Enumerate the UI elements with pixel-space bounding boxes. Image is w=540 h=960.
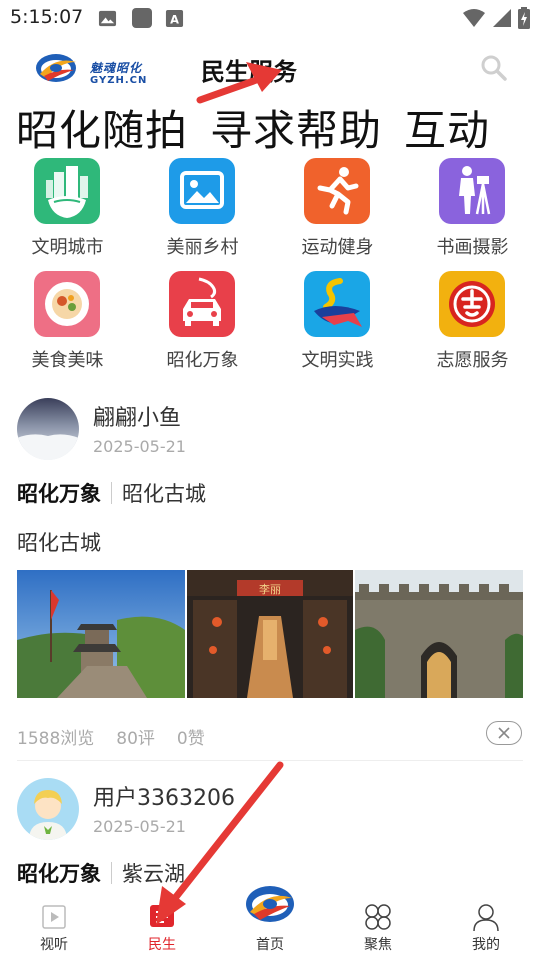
tag-divider bbox=[111, 482, 112, 504]
image-icon bbox=[98, 10, 117, 27]
post-date: 2025-05-21 bbox=[93, 817, 186, 836]
city-wall-tower-photo[interactable] bbox=[17, 570, 185, 698]
views-count: 1588浏览 bbox=[17, 729, 95, 749]
avatar[interactable] bbox=[17, 778, 79, 840]
signal-icon bbox=[493, 9, 511, 27]
service-label: 运动健身 bbox=[301, 237, 374, 258]
home-logo-icon bbox=[246, 886, 294, 922]
post-category[interactable]: 昭化万象 bbox=[17, 858, 101, 888]
service-sports-fitness[interactable]: 运动健身 bbox=[270, 158, 405, 270]
landscape-picture-icon bbox=[169, 158, 235, 224]
service-delicious-food[interactable]: 美食美味 bbox=[0, 271, 135, 383]
post-divider bbox=[17, 760, 523, 761]
nav-label: 聚焦 bbox=[364, 937, 392, 953]
service-label: 昭化万象 bbox=[166, 350, 239, 371]
runner-icon bbox=[304, 158, 370, 224]
post-text[interactable]: 昭化古城 bbox=[17, 527, 101, 557]
status-time: 5:15:07 bbox=[10, 6, 84, 28]
volunteer-badge-icon bbox=[439, 271, 505, 337]
nav-label: 首页 bbox=[256, 937, 284, 953]
service-label: 美丽乡村 bbox=[166, 237, 239, 258]
nav-label: 民生 bbox=[148, 937, 176, 953]
post-subcategory[interactable]: 昭化古城 bbox=[122, 478, 206, 508]
nav-item-livelihood[interactable]: 民生 bbox=[108, 894, 216, 960]
ancient-street-gate-photo[interactable]: 李丽 bbox=[187, 570, 353, 698]
service-label: 美食美味 bbox=[31, 350, 104, 371]
nav-label: 我的 bbox=[472, 937, 500, 953]
user-profile-icon bbox=[473, 904, 499, 932]
text-a-icon: A bbox=[165, 9, 184, 28]
service-civilization-practice[interactable]: 文明实践 bbox=[270, 271, 405, 383]
nav-item-mine[interactable]: 我的 bbox=[432, 894, 540, 960]
service-label: 书画摄影 bbox=[436, 237, 509, 258]
post-category[interactable]: 昭化万象 bbox=[17, 478, 101, 508]
post-subcategory[interactable]: 紫云湖 bbox=[122, 858, 185, 888]
city-building-icon bbox=[34, 158, 100, 224]
service-beautiful-village[interactable]: 美丽乡村 bbox=[135, 158, 270, 270]
category-tabs: 昭化随拍 寻求帮助 互动 bbox=[16, 104, 540, 158]
nav-item-audiovisual[interactable]: 视听 bbox=[0, 894, 108, 960]
service-volunteer[interactable]: 志愿服务 bbox=[405, 271, 540, 383]
svg-text:李丽: 李丽 bbox=[259, 582, 281, 596]
post-stats: 1588浏览 80评 0赞 bbox=[17, 724, 205, 749]
tag-divider bbox=[111, 862, 112, 884]
search-icon[interactable] bbox=[480, 54, 508, 82]
battery-charging-icon bbox=[518, 7, 530, 29]
ribbon-logo-icon bbox=[304, 271, 370, 337]
post-tagline: 昭化万象 昭化古城 bbox=[17, 478, 206, 508]
livelihood-icon bbox=[150, 905, 174, 927]
tab-seek-help[interactable]: 寻求帮助 bbox=[210, 104, 382, 158]
photographer-icon bbox=[439, 158, 505, 224]
status-bar: 5:15:07 A bbox=[0, 0, 540, 36]
tab-interaction[interactable]: 互动 bbox=[404, 104, 490, 158]
wifi-icon bbox=[463, 9, 485, 27]
focus-grid-icon bbox=[365, 904, 391, 930]
service-painting-photography[interactable]: 书画摄影 bbox=[405, 158, 540, 270]
post-tagline: 昭化万象 紫云湖 bbox=[17, 858, 185, 888]
nav-item-home[interactable]: 首页 bbox=[216, 886, 324, 960]
car-map-icon bbox=[169, 271, 235, 337]
comments-count[interactable]: 80评 bbox=[116, 724, 155, 749]
post-username[interactable]: 翩翩小鱼 bbox=[93, 400, 181, 432]
nav-item-focus[interactable]: 聚焦 bbox=[324, 894, 432, 960]
service-label: 文明城市 bbox=[31, 237, 104, 258]
dismiss-post-button[interactable] bbox=[486, 721, 522, 745]
service-label: 文明实践 bbox=[301, 350, 374, 371]
tab-zhaohua-snapshot[interactable]: 昭化随拍 bbox=[16, 104, 188, 158]
close-icon bbox=[498, 727, 510, 739]
post-date: 2025-05-21 bbox=[93, 437, 186, 456]
stone-gate-photo[interactable] bbox=[355, 570, 523, 698]
app-header: 魅魂昭化 GYZH.CN 民生服务 bbox=[0, 40, 540, 96]
nav-label: 视听 bbox=[40, 937, 68, 953]
service-label: 志愿服务 bbox=[436, 350, 509, 371]
service-civilized-city[interactable]: 文明城市 bbox=[0, 158, 135, 270]
page-title: 民生服务 bbox=[201, 58, 297, 86]
avatar[interactable] bbox=[17, 398, 79, 460]
likes-count[interactable]: 0赞 bbox=[177, 724, 205, 749]
food-plate-icon bbox=[34, 271, 100, 337]
square-app-icon bbox=[132, 8, 152, 28]
bottom-navigation: 视听 民生 首页 聚焦 我的 bbox=[0, 886, 540, 960]
video-icon bbox=[42, 905, 66, 929]
svg-text:A: A bbox=[170, 12, 179, 26]
post-username[interactable]: 用户3363206 bbox=[93, 780, 235, 812]
service-zhaohua-panorama[interactable]: 昭化万象 bbox=[135, 271, 270, 383]
